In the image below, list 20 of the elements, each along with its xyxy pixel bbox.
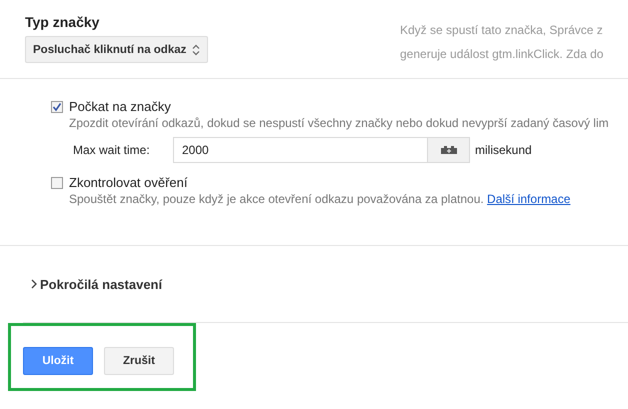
checkbox[interactable]	[51, 101, 63, 113]
checkbox-label: Počkat na značky	[69, 99, 172, 115]
variable-picker-button[interactable]	[428, 137, 470, 163]
help-text: generuje událost gtm.linkClick. Zda do	[400, 46, 604, 62]
more-info-link[interactable]: Další informace	[487, 192, 570, 206]
advanced-settings-toggle[interactable]: Pokročilá nastavení	[40, 276, 162, 292]
checkbox[interactable]	[51, 177, 63, 189]
checkbox-label: Zkontrolovat ověření	[69, 175, 189, 191]
updown-arrows-icon	[192, 44, 200, 56]
field-label: Max wait time:	[73, 143, 151, 157]
block-icon	[440, 145, 458, 155]
option-description: Spouštět značky, pouze když je akce otevření odkazu považována za platnou. Další informace	[69, 191, 570, 207]
cancel-button[interactable]: Zrušit	[104, 347, 174, 375]
chevron-icon[interactable]	[31, 279, 37, 289]
help-text: Když se spustí tato značka, Správce z	[400, 22, 604, 38]
max-wait-input[interactable]: 2000	[173, 137, 428, 163]
tag-type-select[interactable]: Posluchač kliknutí na odkaz	[25, 36, 208, 63]
option-description: Zpozdit otevírání odkazů, dokud se nespustí všechny značky nebo dokud nevyprší zadaný časový lim	[69, 115, 609, 131]
unit-label: milisekund	[475, 143, 532, 157]
section-heading: Typ značky	[25, 14, 100, 30]
